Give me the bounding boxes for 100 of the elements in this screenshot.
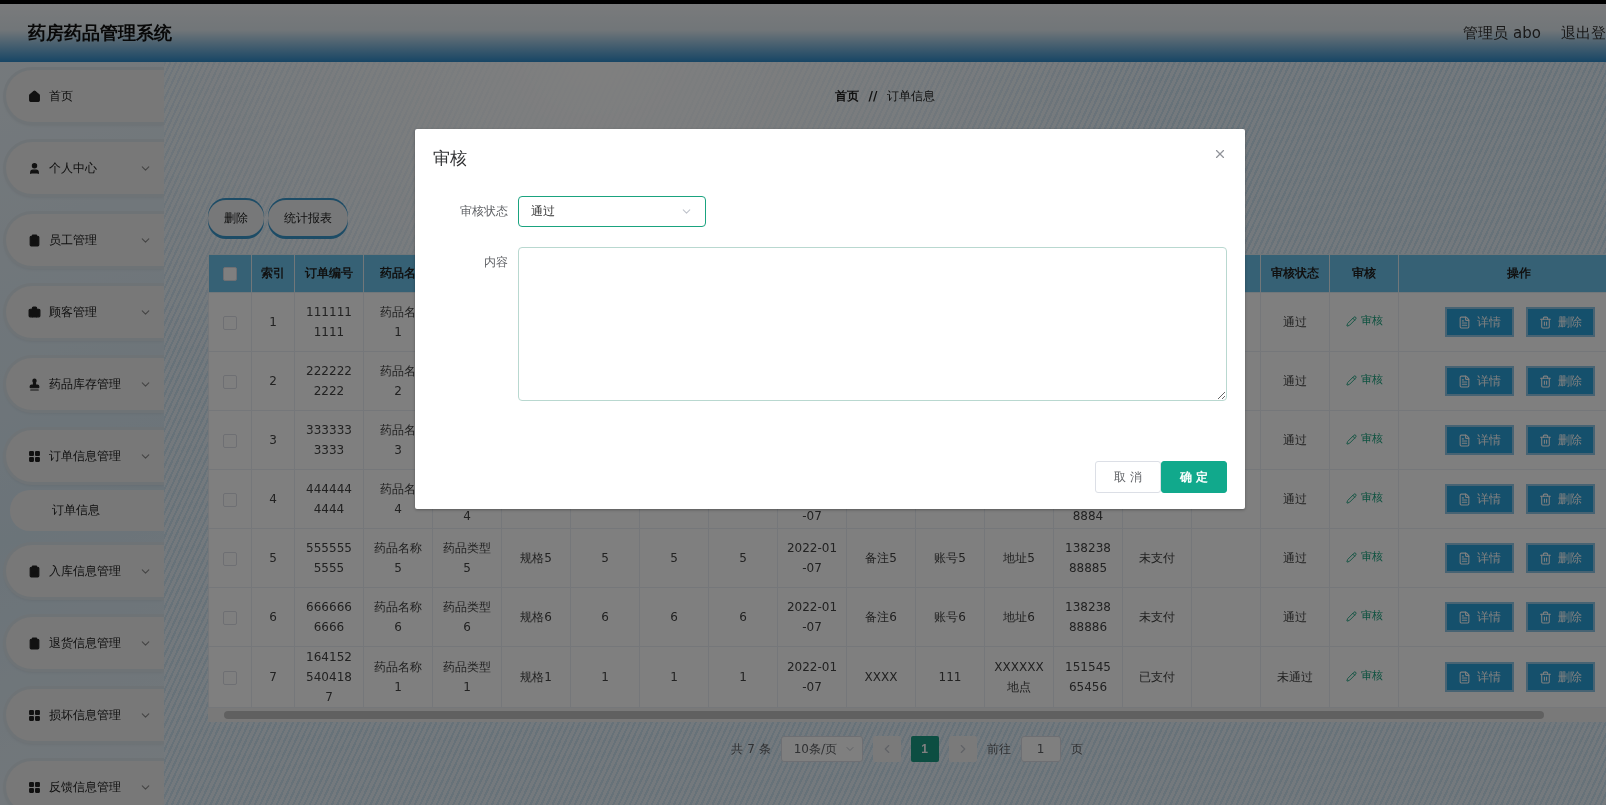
- sidebar-item[interactable]: 员工管理: [6, 214, 164, 266]
- sidebar-item[interactable]: 损坏信息管理: [6, 689, 164, 741]
- details-button[interactable]: 详情: [1445, 602, 1514, 632]
- home-icon: [28, 89, 41, 103]
- grid-icon: [28, 708, 41, 722]
- table-cell-text: 药品名称1: [374, 660, 422, 694]
- delete-button[interactable]: 删除: [1526, 307, 1595, 337]
- status-select[interactable]: 通过: [518, 196, 706, 227]
- details-button[interactable]: 详情: [1445, 662, 1514, 692]
- table-cell-text: 5: [269, 551, 277, 565]
- sidebar-item[interactable]: 退货信息管理: [6, 617, 164, 669]
- breadcrumb-item[interactable]: 首页: [834, 87, 859, 105]
- next-page-button[interactable]: [948, 736, 977, 762]
- table-cell-text: 6: [269, 610, 277, 624]
- user-name: 管理员 abo: [1463, 23, 1541, 43]
- audit-link[interactable]: 审核: [1345, 429, 1383, 450]
- table-cell-text: 地址5: [1003, 551, 1035, 565]
- table-cell-text: 未支付: [1139, 551, 1175, 565]
- sidebar-item[interactable]: 入库信息管理: [6, 545, 164, 597]
- table-cell-text: 已支付: [1139, 670, 1175, 684]
- pencil-icon: [1345, 551, 1357, 563]
- trash-icon: [1539, 670, 1552, 684]
- sidebar-item[interactable]: 订单信息管理: [6, 430, 164, 482]
- audit-link[interactable]: 审核: [1345, 606, 1383, 627]
- table-cell-text: 13823888885: [1065, 541, 1111, 575]
- table-cell-text: 3: [269, 433, 277, 447]
- close-icon[interactable]: [1213, 147, 1227, 161]
- grid-icon: [28, 780, 41, 794]
- table-cell-text: 6666666666: [306, 600, 352, 634]
- audit-link[interactable]: 审核: [1345, 666, 1383, 687]
- clipboard-icon: [28, 636, 41, 650]
- dialog-title: 审核: [433, 147, 467, 170]
- table-cell-text: 1: [601, 670, 609, 684]
- table-cell-text: 规格1: [520, 670, 552, 684]
- delete-button[interactable]: 删除: [1526, 602, 1595, 632]
- logout-link[interactable]: 退出登: [1561, 23, 1606, 43]
- prev-page-button[interactable]: [872, 736, 901, 762]
- table-cell-text: 4444444444: [306, 482, 352, 516]
- table-cell-text: 4: [463, 508, 471, 525]
- sidebar-item[interactable]: 个人中心: [6, 142, 164, 194]
- details-button[interactable]: 详情: [1445, 425, 1514, 455]
- page-input[interactable]: 1: [1020, 736, 1061, 762]
- sidebar-item[interactable]: 反馈信息管理: [6, 761, 164, 805]
- report-button[interactable]: 统计报表: [268, 200, 348, 236]
- sidebar-item[interactable]: 顾客管理: [6, 286, 164, 338]
- table-cell-text: XXXXXX地点: [994, 660, 1044, 694]
- column-header: 药品名: [380, 266, 416, 280]
- briefcase-icon: [28, 305, 41, 319]
- table-cell-text: 通过: [1283, 374, 1307, 388]
- table-cell-text: 2022-01-07: [786, 541, 838, 575]
- table-cell-text: 药品名称6: [374, 600, 422, 634]
- content-field[interactable]: [518, 247, 1227, 401]
- table-cell-text: 地址6: [1003, 610, 1035, 624]
- select-all-checkbox[interactable]: [223, 266, 237, 281]
- trash-icon: [1539, 610, 1552, 624]
- table-cell-text: 1111111111: [306, 305, 352, 339]
- table-cell-text: 1: [269, 315, 277, 329]
- delete-button[interactable]: 删除: [1526, 425, 1595, 455]
- table-cell-text: 4: [269, 492, 277, 506]
- pencil-icon: [1345, 374, 1357, 386]
- field-label: 内容: [483, 254, 508, 271]
- table-cell-text: 规格6: [520, 610, 552, 624]
- page-button[interactable]: 1: [910, 736, 939, 762]
- document-icon: [1458, 492, 1471, 506]
- document-icon: [1458, 374, 1471, 388]
- audit-link[interactable]: 审核: [1345, 488, 1383, 509]
- trash-icon: [1539, 492, 1552, 506]
- document-icon: [1458, 551, 1471, 565]
- cancel-button[interactable]: 取 消: [1095, 461, 1161, 493]
- details-button[interactable]: 详情: [1445, 307, 1514, 337]
- audit-link[interactable]: 审核: [1345, 370, 1383, 391]
- horizontal-scrollbar[interactable]: [208, 708, 1606, 722]
- audit-link[interactable]: 审核: [1345, 547, 1383, 568]
- trash-icon: [1539, 433, 1552, 447]
- delete-button[interactable]: 删除: [1526, 543, 1595, 573]
- table-cell-text: 药品名: [380, 363, 416, 380]
- delete-button[interactable]: 删除: [1526, 662, 1595, 692]
- table-cell-text: 未支付: [1139, 610, 1175, 624]
- audit-link[interactable]: 审核: [1345, 311, 1383, 332]
- goto-label: 前往: [986, 740, 1011, 758]
- table-cell-text: 5: [670, 551, 678, 565]
- table-cell-text: 1641525404187: [306, 650, 352, 704]
- table-cell-text: 药品名: [380, 422, 416, 439]
- details-button[interactable]: 详情: [1445, 543, 1514, 573]
- sidebar-item[interactable]: 首页: [6, 70, 164, 122]
- table-cell-text: 3: [394, 442, 402, 459]
- delete-button[interactable]: 删除: [1526, 484, 1595, 514]
- confirm-button[interactable]: 确 定: [1160, 461, 1227, 493]
- sidebar-subitem[interactable]: 订单信息: [10, 490, 164, 531]
- table-cell-text: 账号6: [934, 610, 966, 624]
- table-cell-text: 规格5: [520, 551, 552, 565]
- details-button[interactable]: 详情: [1445, 484, 1514, 514]
- delete-button[interactable]: 删除: [208, 200, 264, 236]
- sidebar-item[interactable]: 药品库存管理: [6, 358, 164, 410]
- trash-icon: [1539, 551, 1552, 565]
- table-cell-text: 2222222222: [306, 364, 352, 398]
- page-size-select[interactable]: 10条/页: [780, 736, 863, 762]
- delete-button[interactable]: 删除: [1526, 366, 1595, 396]
- table-cell-text: 药品类型1: [443, 660, 491, 694]
- details-button[interactable]: 详情: [1445, 366, 1514, 396]
